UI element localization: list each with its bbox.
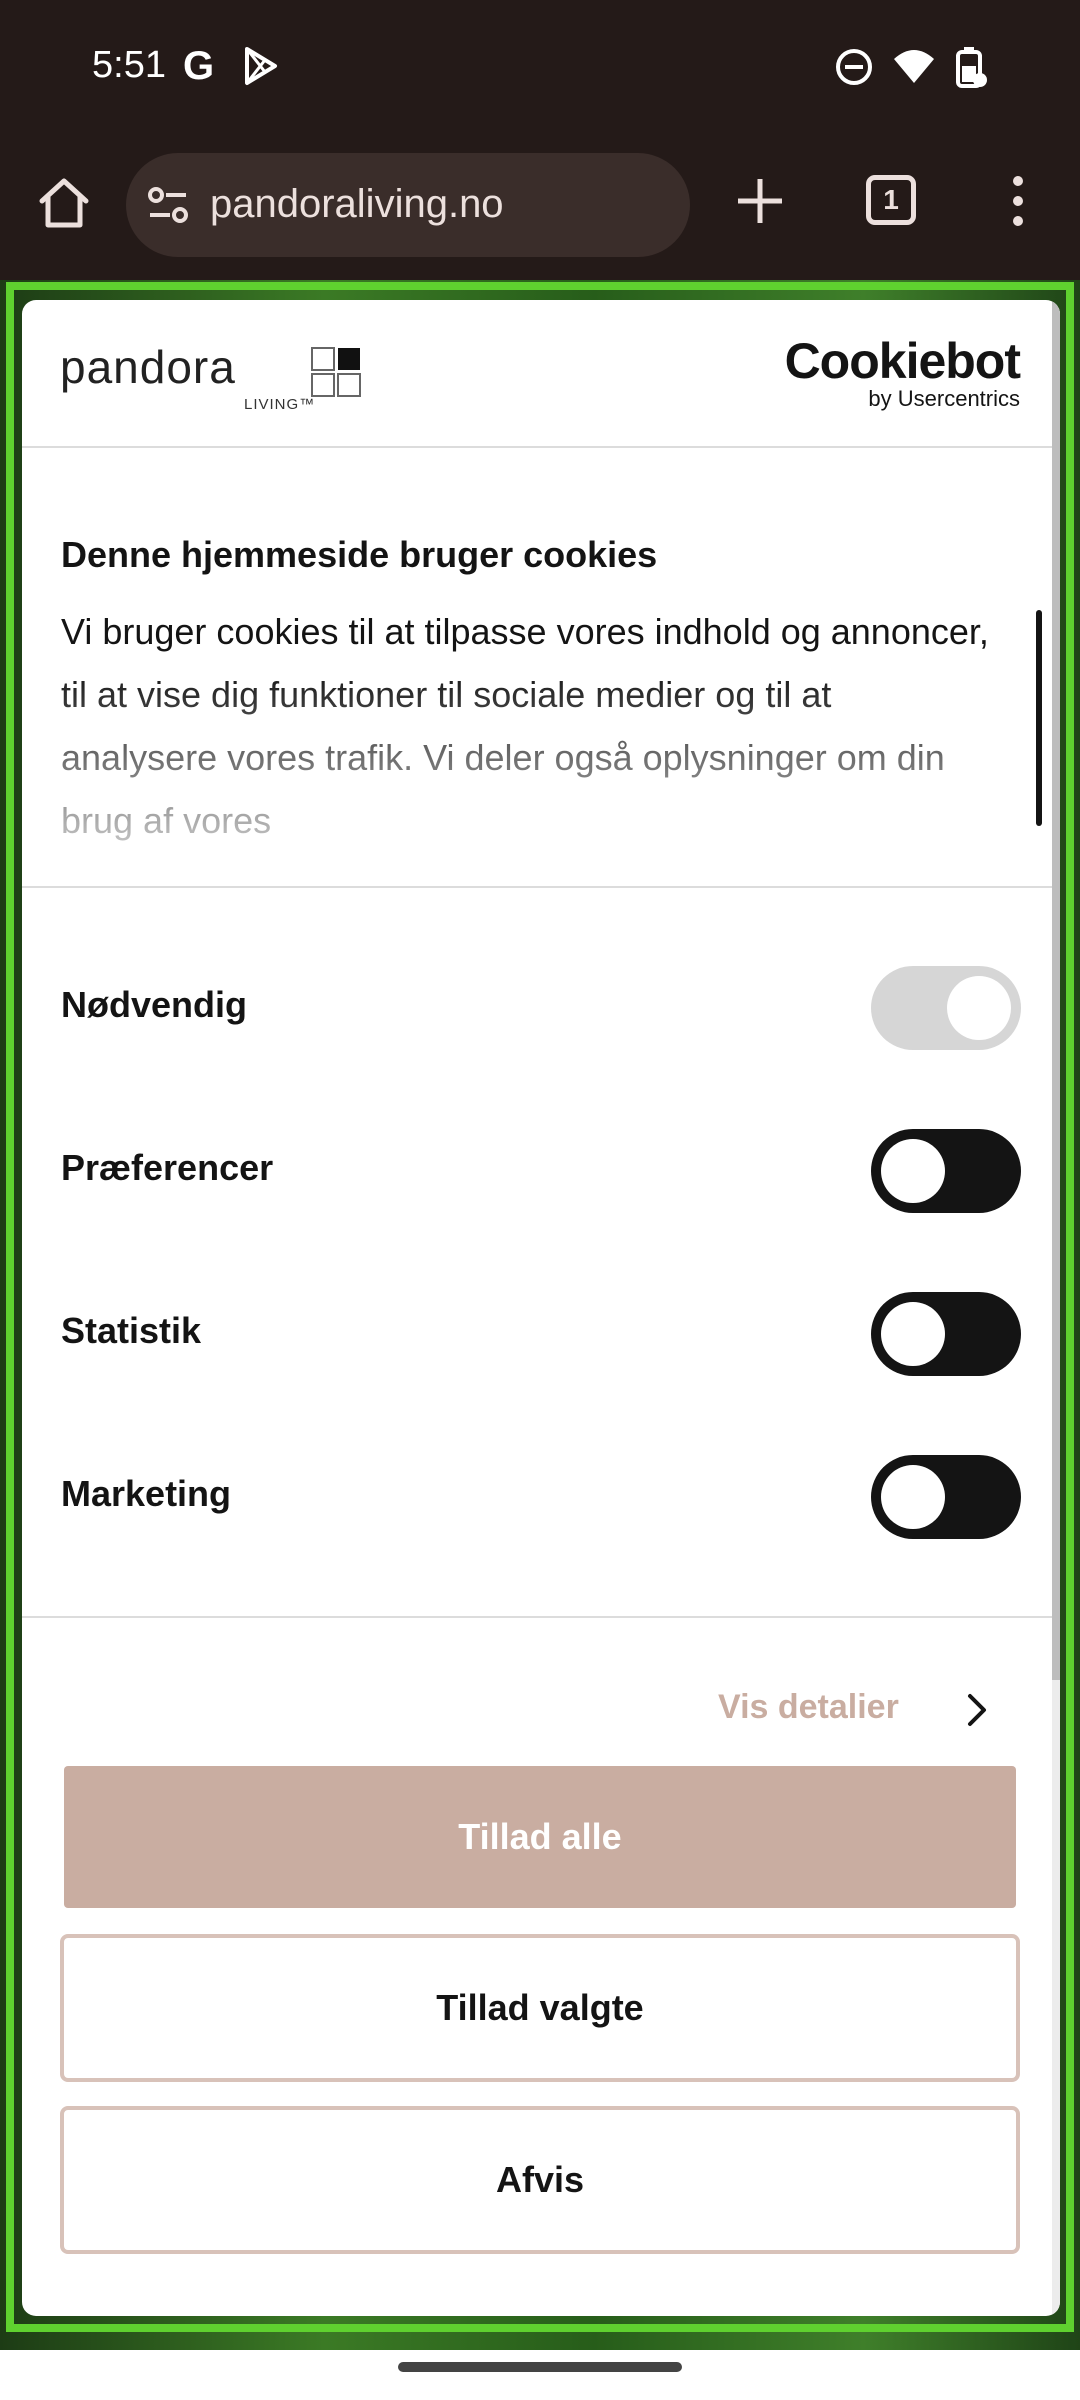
show-details-link[interactable]: Vis detalier: [718, 1688, 899, 1727]
text-fade: [22, 668, 1060, 886]
address-bar[interactable]: pandoraliving.no: [126, 153, 690, 257]
toggle-row-marketing: Marketing: [61, 1455, 1021, 1539]
play-store-icon: [245, 47, 277, 85]
allow-selected-button[interactable]: Tillad valgte: [60, 1934, 1020, 2082]
toggle-label: Statistik: [61, 1310, 202, 1351]
site-settings-icon[interactable]: [146, 183, 190, 227]
battery-icon: [956, 47, 987, 88]
toggle-row-statistics: Statistik: [61, 1292, 1021, 1376]
description-scrollbar[interactable]: [1036, 610, 1042, 826]
cookie-description-scroll[interactable]: Denne hjemmeside bruger cookies Vi bruge…: [22, 448, 1060, 888]
toggle-label: Nødvendig: [61, 984, 247, 1025]
allow-all-button[interactable]: Tillad alle: [64, 1766, 1016, 1908]
toggle-knob: [881, 1139, 945, 1203]
marketing-toggle[interactable]: [871, 1455, 1021, 1539]
wifi-icon: [894, 50, 934, 83]
toggle-row-preferences: Præferencer: [61, 1129, 1021, 1213]
clock: 5:51: [92, 44, 166, 86]
home-icon[interactable]: [34, 173, 94, 233]
toggle-knob: [881, 1465, 945, 1529]
cookie-consent-dialog: pandora LIVING™ Cookiebot by Usercentric…: [22, 300, 1060, 2316]
cookiebot-logo: Cookiebot by Usercentrics: [784, 333, 1021, 411]
toggle-label: Marketing: [61, 1473, 232, 1514]
divider: [22, 1616, 1060, 1618]
dialog-header: pandora LIVING™ Cookiebot by Usercentric…: [22, 300, 1060, 448]
preferences-toggle[interactable]: [871, 1129, 1021, 1213]
toggle-row-necessary: Nødvendig: [61, 966, 1021, 1050]
toggle-knob: [947, 976, 1011, 1040]
more-menu-icon[interactable]: [1000, 171, 1036, 231]
tab-switcher-button[interactable]: 1: [866, 175, 916, 225]
status-bar: 5:51 G: [0, 0, 1080, 135]
gesture-handle[interactable]: [398, 2362, 682, 2372]
statistics-toggle[interactable]: [871, 1292, 1021, 1376]
toggle-knob: [881, 1302, 945, 1366]
navigation-bar: [0, 2350, 1080, 2400]
google-icon: G: [183, 44, 215, 88]
toggle-label: Præferencer: [61, 1147, 274, 1188]
url-text: pandoraliving.no: [210, 182, 504, 226]
reject-button[interactable]: Afvis: [60, 2106, 1020, 2254]
new-tab-icon[interactable]: [730, 171, 790, 231]
dialog-title: Denne hjemmeside bruger cookies: [61, 534, 658, 575]
chevron-right-icon[interactable]: [962, 1692, 992, 1728]
logo-squares-icon: [311, 347, 361, 397]
necessary-toggle: [871, 966, 1021, 1050]
status-icons: [834, 46, 988, 88]
dnd-icon: [836, 49, 872, 85]
pandora-logo: pandora LIVING™: [60, 340, 361, 413]
dialog-scrollbar-thumb[interactable]: [1052, 300, 1060, 1680]
browser-toolbar: pandoraliving.no 1: [0, 135, 1080, 280]
